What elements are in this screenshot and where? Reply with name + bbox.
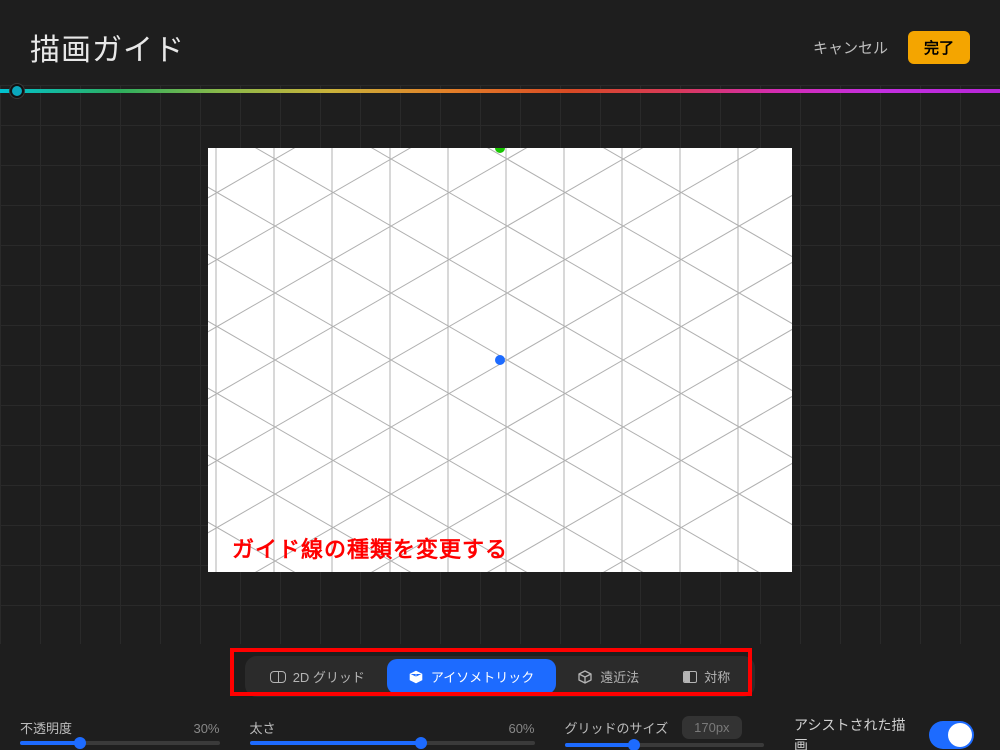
grid-size-label: グリッドのサイズ <box>565 718 669 737</box>
bottom-bar: 2D グリッド アイソメトリック 遠近法 対称 <box>0 644 1000 750</box>
tab-isometric[interactable]: アイソメトリック <box>387 659 556 694</box>
header: 描画ガイド キャンセル 完了 <box>0 0 1000 89</box>
opacity-label: 不透明度 <box>20 718 72 737</box>
opacity-slider[interactable] <box>20 741 220 745</box>
toggle-knob <box>948 723 972 747</box>
cancel-button[interactable]: キャンセル <box>813 37 888 58</box>
page-title: 描画ガイド <box>30 25 185 69</box>
canvas-preview[interactable]: ガイド線の種類を変更する <box>208 148 792 572</box>
annotation-text: ガイド線の種類を変更する <box>232 532 508 564</box>
thickness-slider[interactable] <box>250 741 535 745</box>
perspective-icon <box>578 670 593 683</box>
assisted-drawing-label: アシストされた描画 <box>794 715 913 750</box>
tab-symmetry[interactable]: 対称 <box>661 659 752 694</box>
tab-label: アイソメトリック <box>431 667 534 686</box>
slider-thumb[interactable] <box>74 737 86 749</box>
opacity-value: 30% <box>193 721 219 736</box>
assisted-drawing-row: アシストされた描画 <box>794 715 980 750</box>
tab-label: 遠近法 <box>600 667 639 686</box>
grid-type-segmented-wrap: 2D グリッド アイソメトリック 遠近法 対称 <box>0 644 1000 701</box>
thickness-slider-group: 太さ 60% <box>250 718 535 745</box>
thickness-value: 60% <box>508 721 534 736</box>
slider-thumb[interactable] <box>628 739 640 750</box>
grid-2d-icon <box>270 671 286 683</box>
center-handle[interactable] <box>495 355 505 365</box>
sliders-row: 不透明度 30% 太さ 60% グリッドのサイズ 170px <box>0 701 1000 750</box>
assisted-drawing-toggle[interactable] <box>929 721 974 749</box>
opacity-slider-group: 不透明度 30% <box>20 718 220 745</box>
grid-size-value: 170px <box>682 716 741 739</box>
grid-type-segmented: 2D グリッド アイソメトリック 遠近法 対称 <box>245 656 756 697</box>
spectrum-handle[interactable] <box>10 84 24 98</box>
tab-2d-grid[interactable]: 2D グリッド <box>248 659 387 694</box>
thickness-label: 太さ <box>250 718 276 737</box>
tab-perspective[interactable]: 遠近法 <box>556 659 661 694</box>
tab-label: 対称 <box>704 667 730 686</box>
grid-size-slider[interactable] <box>565 743 765 747</box>
symmetry-icon <box>683 671 697 683</box>
isometric-icon <box>409 670 424 683</box>
tab-label: 2D グリッド <box>293 667 365 686</box>
slider-thumb[interactable] <box>415 737 427 749</box>
color-spectrum-slider[interactable] <box>0 89 1000 93</box>
grid-size-slider-group: グリッドのサイズ 170px <box>565 716 765 747</box>
done-button[interactable]: 完了 <box>908 31 970 64</box>
